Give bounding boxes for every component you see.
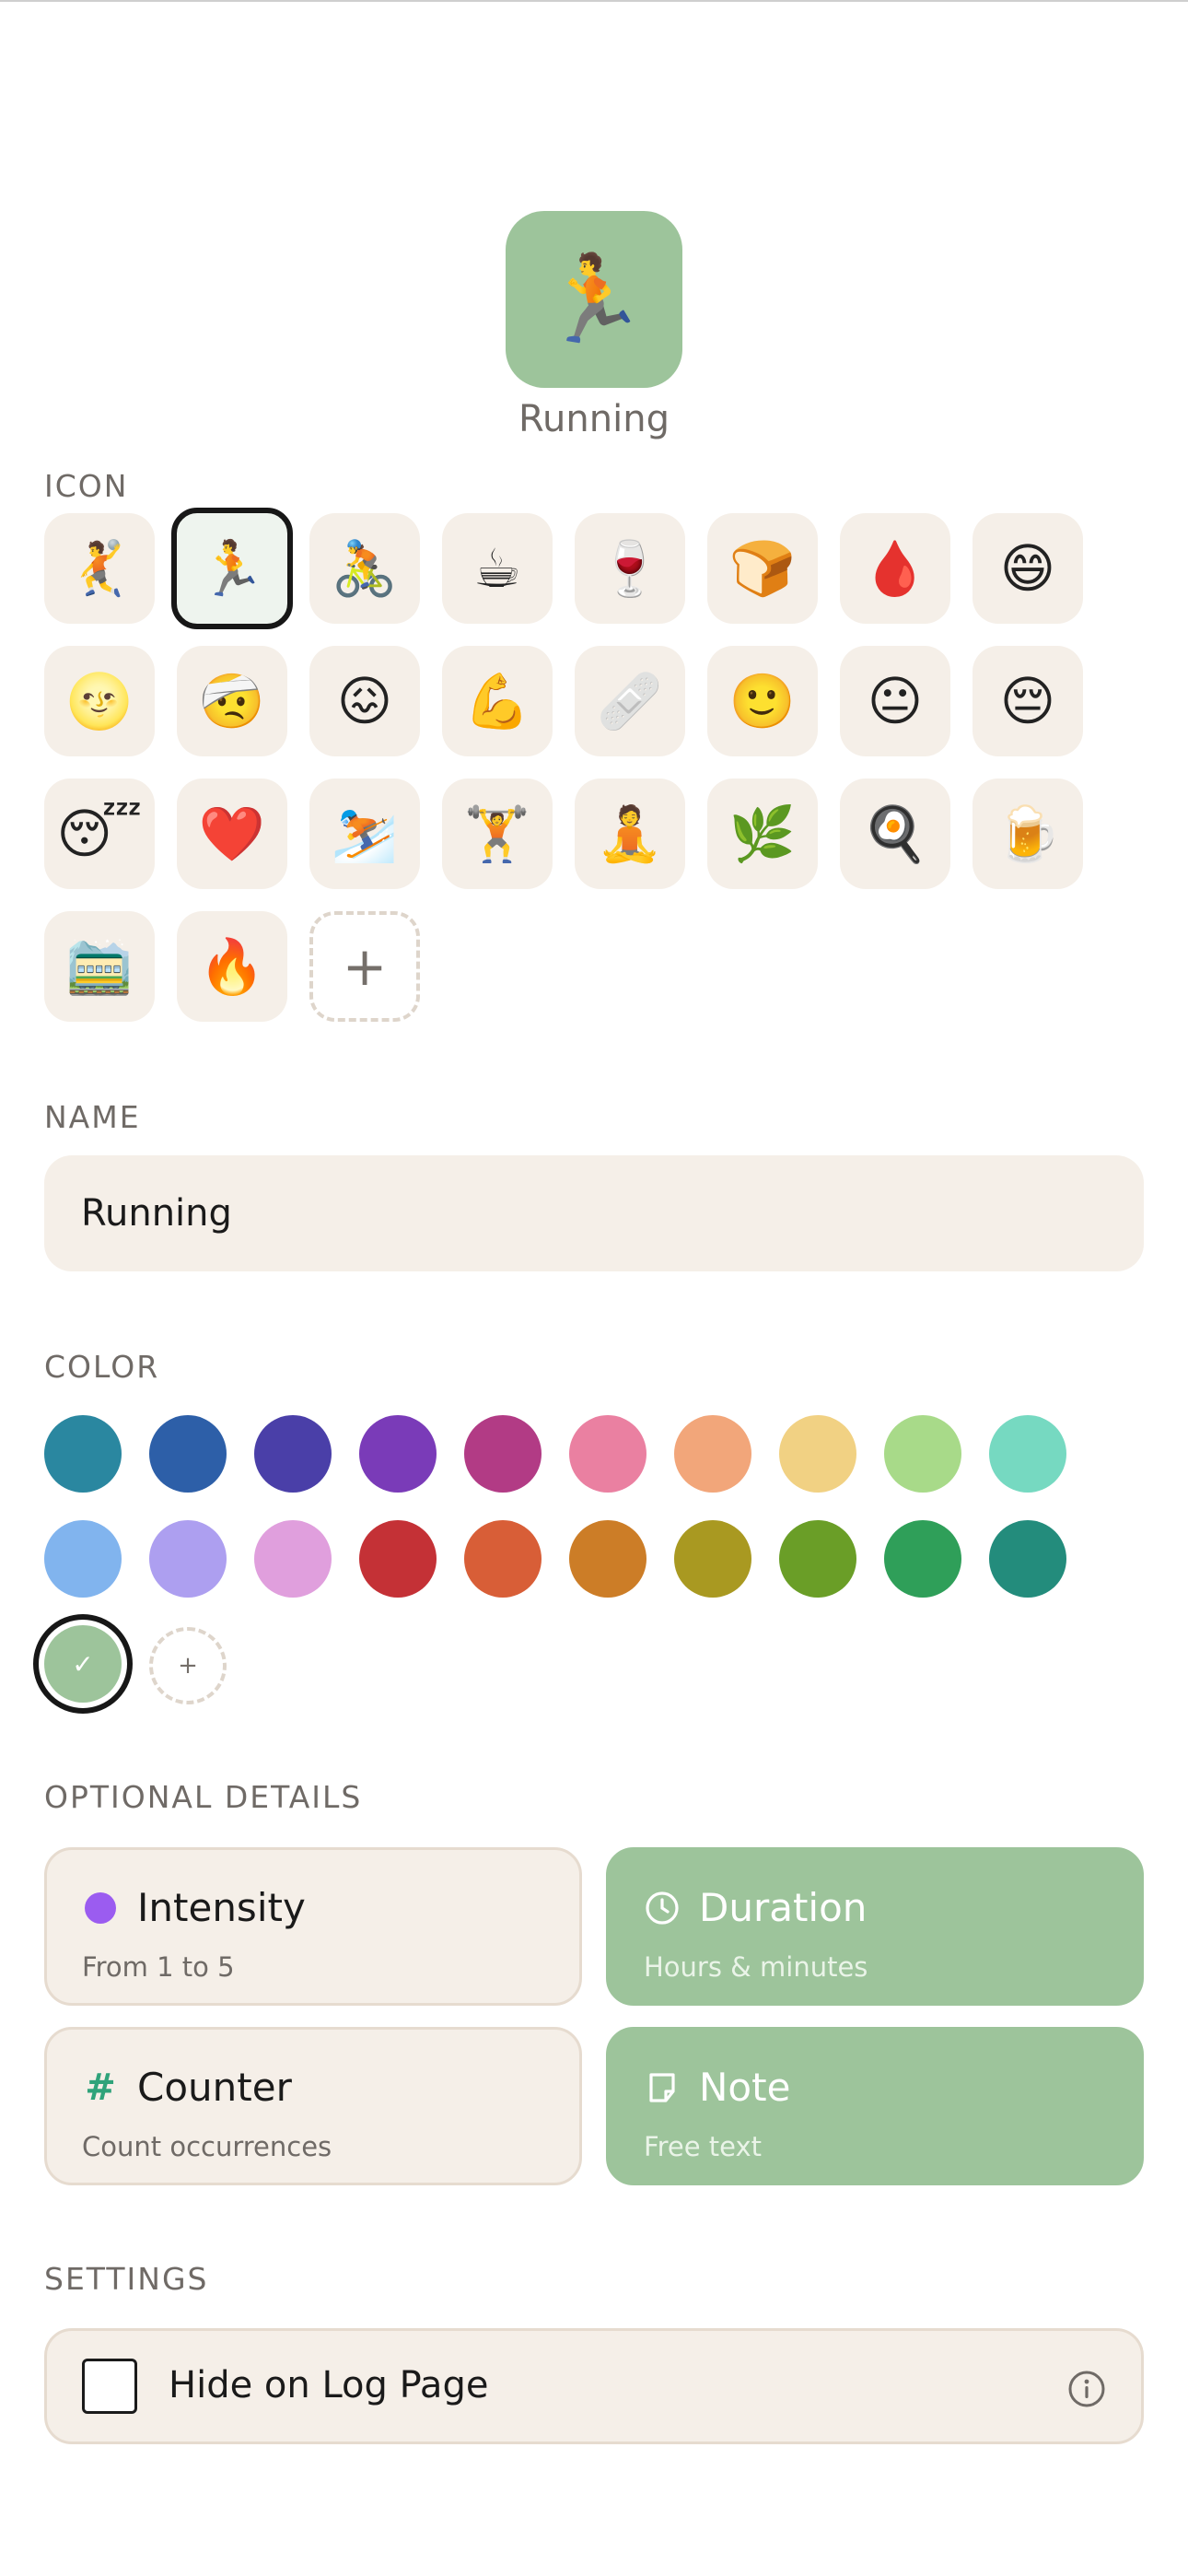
settings-section-label: SETTINGS <box>44 2261 209 2297</box>
optional-details-label: OPTIONAL DETAILS <box>44 1779 363 1815</box>
icon-option[interactable]: 🩹 <box>575 646 685 756</box>
detail-card-note[interactable]: Note Free text <box>606 2027 1144 2185</box>
detail-subtitle: Hours & minutes <box>644 1951 868 1983</box>
icon-section-label: ICON <box>44 468 129 504</box>
icon-option[interactable]: 😐 <box>840 646 950 756</box>
color-swatch[interactable] <box>884 1415 961 1493</box>
icon-option[interactable]: 🍺 <box>973 779 1083 889</box>
icon-option[interactable]: 🌝 <box>44 646 155 756</box>
color-swatch[interactable] <box>779 1520 856 1598</box>
icon-option[interactable]: 🍳 <box>840 779 950 889</box>
icon-option-selected[interactable]: 🏃 <box>171 508 293 629</box>
icon-option[interactable]: 🔥 <box>177 911 287 1022</box>
color-swatch[interactable] <box>149 1415 227 1493</box>
note-icon <box>644 2069 681 2106</box>
icon-option[interactable]: 🏋️ <box>442 779 553 889</box>
color-swatch[interactable] <box>359 1520 437 1598</box>
detail-title: Intensity <box>137 1885 306 1930</box>
detail-subtitle: Free text <box>644 2131 762 2162</box>
detail-title: Note <box>699 2065 791 2110</box>
icon-option[interactable]: 😔 <box>973 646 1083 756</box>
color-swatch[interactable] <box>779 1415 856 1493</box>
detail-title: Duration <box>699 1885 868 1930</box>
add-color-button[interactable]: + <box>149 1627 227 1704</box>
add-icon-button[interactable]: + <box>309 911 420 1022</box>
color-swatch[interactable] <box>989 1415 1066 1493</box>
icon-option[interactable]: 🚞 <box>44 911 155 1022</box>
color-section-label: COLOR <box>44 1349 160 1385</box>
color-swatch[interactable] <box>674 1415 751 1493</box>
preview-icon: 🏃 <box>541 250 647 348</box>
icon-option[interactable]: 🚴 <box>309 513 420 624</box>
color-swatch[interactable] <box>569 1520 646 1598</box>
icon-option[interactable]: 🌿 <box>707 779 818 889</box>
detail-card-intensity[interactable]: Intensity From 1 to 5 <box>44 1847 582 2006</box>
top-divider <box>0 0 1188 2</box>
icon-option[interactable]: 😄 <box>973 513 1083 624</box>
detail-subtitle: Count occurrences <box>82 2131 332 2162</box>
icon-option[interactable]: 💪 <box>442 646 553 756</box>
preview-name: Running <box>518 398 670 440</box>
detail-card-counter[interactable]: # Counter Count occurrences <box>44 2027 582 2185</box>
color-swatch[interactable] <box>44 1415 122 1493</box>
icon-option[interactable]: 🤕 <box>177 646 287 756</box>
icon-option[interactable]: ❤️ <box>177 779 287 889</box>
icon-option[interactable]: 🙂 <box>707 646 818 756</box>
hide-on-log-page-row[interactable]: Hide on Log Page <box>44 2328 1144 2444</box>
icon-option[interactable]: 😴 <box>44 779 155 889</box>
info-icon[interactable] <box>1067 2370 1106 2408</box>
color-swatch[interactable] <box>254 1415 332 1493</box>
icon-option[interactable]: 🤾 <box>44 513 155 624</box>
color-swatch[interactable] <box>464 1520 542 1598</box>
icon-option[interactable]: 🧘 <box>575 779 685 889</box>
clock-icon <box>644 1890 681 1926</box>
hide-on-log-page-checkbox[interactable] <box>82 2359 137 2414</box>
color-swatch[interactable] <box>569 1415 646 1493</box>
icon-option[interactable]: 😖 <box>309 646 420 756</box>
color-swatch[interactable] <box>149 1520 227 1598</box>
color-swatch[interactable] <box>254 1520 332 1598</box>
detail-subtitle: From 1 to 5 <box>82 1951 235 1983</box>
icon-option[interactable]: 🍞 <box>707 513 818 624</box>
name-section-label: NAME <box>44 1099 141 1135</box>
icon-option[interactable]: ☕ <box>442 513 553 624</box>
activity-preview-tile: 🏃 <box>506 211 682 388</box>
color-swatch[interactable] <box>44 1520 122 1598</box>
check-icon: ✓ <box>44 1625 122 1703</box>
detail-card-duration[interactable]: Duration Hours & minutes <box>606 1847 1144 2006</box>
icon-option[interactable]: 🩸 <box>840 513 950 624</box>
purple-dot-icon <box>82 1890 119 1926</box>
color-swatch[interactable] <box>674 1520 751 1598</box>
color-swatch[interactable] <box>989 1520 1066 1598</box>
name-input[interactable] <box>44 1155 1144 1271</box>
color-swatch[interactable] <box>359 1415 437 1493</box>
hash-icon: # <box>85 2066 116 2109</box>
icon-option[interactable]: 🍷 <box>575 513 685 624</box>
color-swatch[interactable] <box>464 1415 542 1493</box>
icon-option[interactable]: ⛷️ <box>309 779 420 889</box>
color-swatch-selected[interactable]: ✓ <box>33 1614 133 1714</box>
detail-title: Counter <box>137 2065 292 2110</box>
hide-on-log-page-label: Hide on Log Page <box>169 2364 489 2406</box>
color-swatch[interactable] <box>884 1520 961 1598</box>
